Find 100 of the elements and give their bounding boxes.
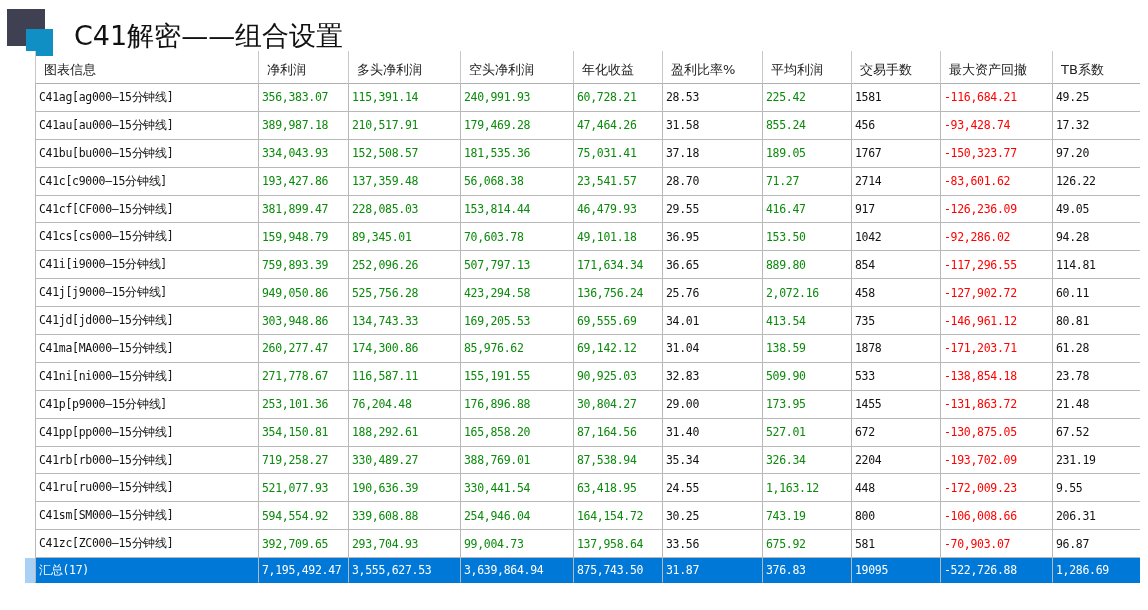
table-cell: 253,101.36 xyxy=(258,390,348,419)
table-cell: 210,517.91 xyxy=(348,111,460,140)
table-cell: 193,427.86 xyxy=(258,167,348,196)
table-cell: 136,756.24 xyxy=(573,279,662,308)
table-cell: 23.78 xyxy=(1052,362,1140,391)
table-cell: 875,743.50 xyxy=(573,558,662,584)
table-cell: -131,863.72 xyxy=(940,390,1052,419)
table-cell: 456 xyxy=(851,111,940,140)
table-cell: 675.92 xyxy=(762,530,851,559)
table-cell: 388,769.01 xyxy=(460,446,573,475)
table-cell: 392,709.65 xyxy=(258,530,348,559)
table-cell: 36.95 xyxy=(662,223,762,252)
table-cell: 69,555.69 xyxy=(573,307,662,335)
table-cell: 303,948.86 xyxy=(258,307,348,335)
table-cell: 3,639,864.94 xyxy=(460,558,573,584)
table-cell: 181,535.36 xyxy=(460,139,573,168)
table-cell: 581 xyxy=(851,530,940,559)
table-cell: 448 xyxy=(851,474,940,503)
table-cell: 423,294.58 xyxy=(460,279,573,308)
table-cell: 260,277.47 xyxy=(258,335,348,363)
table-cell: 228,085.03 xyxy=(348,195,460,224)
table-cell: 889.80 xyxy=(762,251,851,280)
table-cell: -522,726.88 xyxy=(940,558,1052,584)
table-cell: 37.18 xyxy=(662,139,762,168)
table-cell: 36.65 xyxy=(662,251,762,280)
table-cell: 96.87 xyxy=(1052,530,1140,559)
table-cell: 334,043.93 xyxy=(258,139,348,168)
table-cell: -150,323.77 xyxy=(940,139,1052,168)
row-name-cell: C41au[au000—15分钟线] xyxy=(35,111,258,140)
row-name-cell: C41c[c9000—15分钟线] xyxy=(35,167,258,196)
table-cell: -138,854.18 xyxy=(940,362,1052,391)
row-name-cell: C41cs[cs000—15分钟线] xyxy=(35,223,258,252)
table-cell: 1455 xyxy=(851,390,940,419)
table-cell: 231.19 xyxy=(1052,446,1140,475)
table-cell: -70,903.07 xyxy=(940,530,1052,559)
table-cell: 31.87 xyxy=(662,558,762,584)
table-cell: 173.95 xyxy=(762,390,851,419)
table-cell: 134,743.33 xyxy=(348,307,460,335)
table-cell: 28.70 xyxy=(662,167,762,196)
table-cell: 1581 xyxy=(851,84,940,112)
table-cell: 47,464.26 xyxy=(573,111,662,140)
table-cell: 70,603.78 xyxy=(460,223,573,252)
row-name-cell: C41zc[ZC000—15分钟线] xyxy=(35,530,258,559)
page-title: C41解密——组合设置 xyxy=(74,19,344,49)
table-cell: 413.54 xyxy=(762,307,851,335)
row-name-cell: C41ru[ru000—15分钟线] xyxy=(35,474,258,503)
table-cell: 153.50 xyxy=(762,223,851,252)
table-cell: 31.58 xyxy=(662,111,762,140)
table-cell: 137,359.48 xyxy=(348,167,460,196)
table-cell: 94.28 xyxy=(1052,223,1140,252)
table-cell: -172,009.23 xyxy=(940,474,1052,503)
table-cell: 330,441.54 xyxy=(460,474,573,503)
table-cell: 153,814.44 xyxy=(460,195,573,224)
table-cell: 46,479.93 xyxy=(573,195,662,224)
table-cell: 525,756.28 xyxy=(348,279,460,308)
table-cell: 949,050.86 xyxy=(258,279,348,308)
row-name-cell: C41ma[MA000—15分钟线] xyxy=(35,335,258,363)
table-cell: 165,858.20 xyxy=(460,418,573,447)
row-name-cell: C41p[p9000—15分钟线] xyxy=(35,390,258,419)
table-cell: 1,286.69 xyxy=(1052,558,1140,584)
row-selector[interactable] xyxy=(25,558,35,584)
table-cell: 31.40 xyxy=(662,418,762,447)
table-cell: 85,976.62 xyxy=(460,335,573,363)
table-cell: 31.04 xyxy=(662,335,762,363)
table-cell: 169,205.53 xyxy=(460,307,573,335)
table-cell: 240,991.93 xyxy=(460,84,573,112)
table-cell: 63,418.95 xyxy=(573,474,662,503)
table-cell: 90,925.03 xyxy=(573,362,662,391)
table-cell: 356,383.07 xyxy=(258,84,348,112)
table-cell: 1042 xyxy=(851,223,940,252)
table-cell: 30,804.27 xyxy=(573,390,662,419)
table-cell: 67.52 xyxy=(1052,418,1140,447)
table-cell: 17.32 xyxy=(1052,111,1140,140)
table-cell: 138.59 xyxy=(762,335,851,363)
table-cell: 293,704.93 xyxy=(348,530,460,559)
table-cell: -106,008.66 xyxy=(940,502,1052,531)
table-cell: 719,258.27 xyxy=(258,446,348,475)
table-cell: 137,958.64 xyxy=(573,530,662,559)
table-cell: 60,728.21 xyxy=(573,84,662,112)
table-cell: 87,538.94 xyxy=(573,446,662,475)
table-cell: 2714 xyxy=(851,167,940,196)
table-cell: 60.11 xyxy=(1052,279,1140,308)
table-cell: 533 xyxy=(851,362,940,391)
table-cell: 527.01 xyxy=(762,418,851,447)
table-cell: 735 xyxy=(851,307,940,335)
table-cell: -93,428.74 xyxy=(940,111,1052,140)
table-cell: 29.55 xyxy=(662,195,762,224)
table-cell: 254,946.04 xyxy=(460,502,573,531)
table-cell: 56,068.38 xyxy=(460,167,573,196)
table-cell: 97.20 xyxy=(1052,139,1140,168)
table-cell: 30.25 xyxy=(662,502,762,531)
table-cell: 19095 xyxy=(851,558,940,584)
row-name-cell: C41j[j9000—15分钟线] xyxy=(35,279,258,308)
table-cell: 326.34 xyxy=(762,446,851,475)
table-cell: 206.31 xyxy=(1052,502,1140,531)
table-cell: 9.55 xyxy=(1052,474,1140,503)
table-cell: 176,896.88 xyxy=(460,390,573,419)
table-cell: 389,987.18 xyxy=(258,111,348,140)
row-name-cell: C41ag[ag000—15分钟线] xyxy=(35,84,258,112)
row-name-cell: 汇总(17) xyxy=(35,558,258,584)
